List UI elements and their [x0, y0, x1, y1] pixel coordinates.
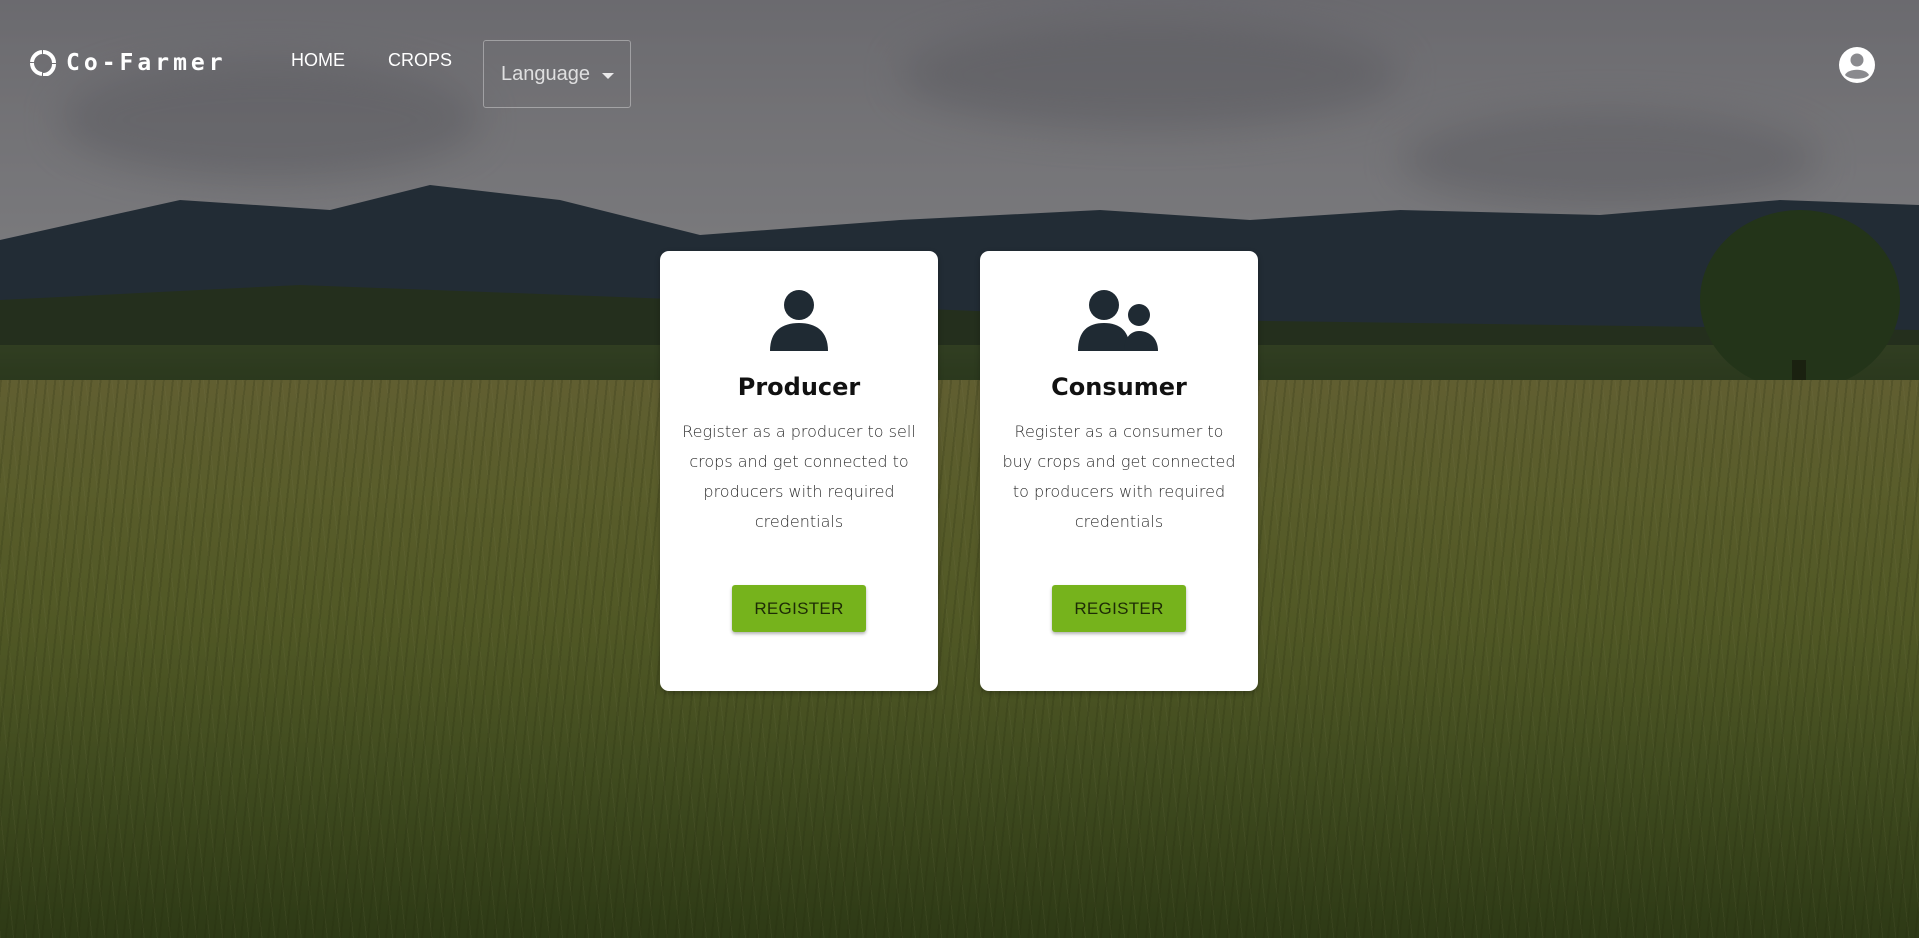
nav-link-crops[interactable]: CROPS [388, 50, 452, 71]
people-icon [1078, 290, 1158, 351]
language-select[interactable]: Language [483, 40, 631, 108]
consumer-card: Consumer Register as a consumer to buy c… [980, 251, 1258, 691]
language-select-value: Language [501, 62, 590, 85]
account-circle-icon[interactable] [1838, 46, 1876, 84]
brand-logo[interactable]: Co-Farmer [30, 50, 227, 76]
card-description: Register as a producer to sell crops and… [682, 422, 916, 531]
background-image [0, 0, 1919, 938]
producer-card: Producer Register as a producer to sell … [660, 251, 938, 691]
logo-ring-icon [30, 50, 56, 76]
person-icon [770, 290, 828, 351]
card-title: Consumer [1051, 373, 1187, 401]
caret-down-icon [602, 73, 614, 79]
brand-name: Co-Farmer [66, 50, 227, 76]
nav-link-home[interactable]: HOME [291, 50, 345, 71]
page: Co-Farmer HOME CROPS Language Producer R… [0, 0, 1919, 938]
card-title: Producer [737, 373, 861, 401]
top-navbar: Co-Farmer HOME CROPS Language [0, 0, 1919, 120]
consumer-register-button[interactable]: REGISTER [1052, 585, 1186, 632]
card-description: Register as a consumer to buy crops and … [1002, 422, 1236, 531]
producer-register-button[interactable]: REGISTER [732, 585, 866, 632]
